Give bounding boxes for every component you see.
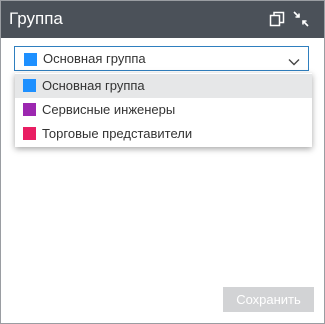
group-select-value: Основная группа: [43, 51, 146, 66]
copy-icon[interactable]: [269, 11, 285, 27]
save-button[interactable]: Сохранить: [223, 287, 314, 312]
option-main-group[interactable]: Основная группа: [15, 74, 312, 98]
group-select[interactable]: Основная группа: [14, 46, 309, 71]
option-label: Основная группа: [42, 78, 145, 93]
group-panel: Группа Основная группа Основная группа С…: [0, 0, 325, 324]
option-color-swatch: [23, 127, 36, 140]
panel-header: Группа: [1, 1, 324, 38]
collapse-icon[interactable]: [293, 11, 309, 27]
selected-color-swatch: [24, 53, 37, 66]
option-label: Сервисные инженеры: [42, 102, 176, 117]
option-label: Торговые представители: [42, 126, 193, 141]
option-service-engineers[interactable]: Сервисные инженеры: [15, 98, 312, 122]
chevron-down-icon[interactable]: [288, 54, 300, 66]
option-color-swatch: [23, 79, 36, 92]
option-sales-representatives[interactable]: Торговые представители: [15, 122, 312, 146]
group-dropdown-list: Основная группа Сервисные инженеры Торго…: [15, 73, 312, 147]
panel-title: Группа: [9, 9, 63, 28]
option-color-swatch: [23, 103, 36, 116]
